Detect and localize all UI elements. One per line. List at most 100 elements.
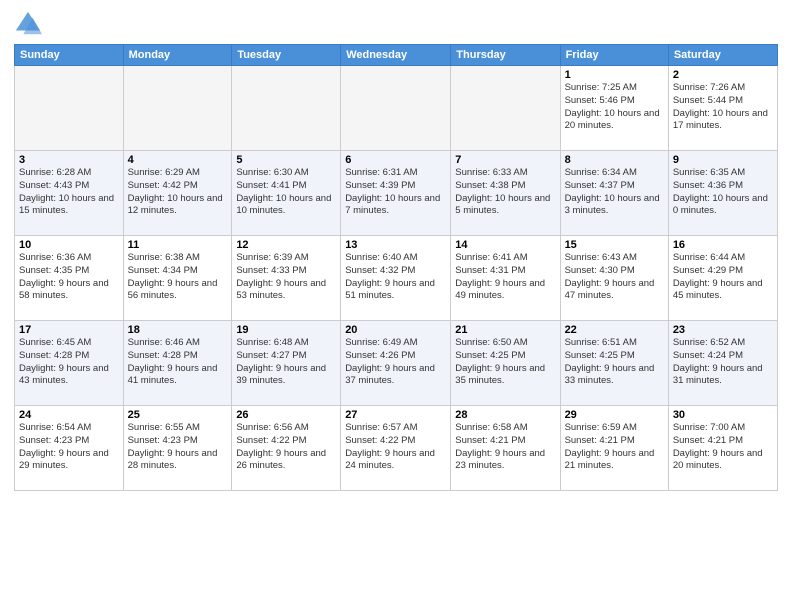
day-number: 1 xyxy=(565,69,664,81)
day-number: 7 xyxy=(455,154,555,166)
header xyxy=(14,10,778,38)
day-number: 13 xyxy=(345,239,446,251)
logo-icon xyxy=(14,10,42,38)
day-info: Sunrise: 7:25 AMSunset: 5:46 PMDaylight:… xyxy=(565,82,664,133)
weekday-header-thursday: Thursday xyxy=(451,45,560,66)
calendar-cell: 26Sunrise: 6:56 AMSunset: 4:22 PMDayligh… xyxy=(232,406,341,491)
calendar-cell: 25Sunrise: 6:55 AMSunset: 4:23 PMDayligh… xyxy=(123,406,232,491)
day-info: Sunrise: 6:29 AMSunset: 4:42 PMDaylight:… xyxy=(128,167,228,218)
day-info: Sunrise: 6:40 AMSunset: 4:32 PMDaylight:… xyxy=(345,252,446,303)
calendar-week-row: 3Sunrise: 6:28 AMSunset: 4:43 PMDaylight… xyxy=(15,151,778,236)
weekday-header-friday: Friday xyxy=(560,45,668,66)
day-number: 4 xyxy=(128,154,228,166)
day-number: 25 xyxy=(128,409,228,421)
calendar-cell: 4Sunrise: 6:29 AMSunset: 4:42 PMDaylight… xyxy=(123,151,232,236)
day-info: Sunrise: 6:30 AMSunset: 4:41 PMDaylight:… xyxy=(236,167,336,218)
calendar-table: SundayMondayTuesdayWednesdayThursdayFrid… xyxy=(14,44,778,491)
calendar-week-row: 1Sunrise: 7:25 AMSunset: 5:46 PMDaylight… xyxy=(15,66,778,151)
calendar-cell: 10Sunrise: 6:36 AMSunset: 4:35 PMDayligh… xyxy=(15,236,124,321)
calendar-cell: 14Sunrise: 6:41 AMSunset: 4:31 PMDayligh… xyxy=(451,236,560,321)
weekday-header-wednesday: Wednesday xyxy=(341,45,451,66)
day-number: 29 xyxy=(565,409,664,421)
day-info: Sunrise: 6:44 AMSunset: 4:29 PMDaylight:… xyxy=(673,252,773,303)
day-number: 9 xyxy=(673,154,773,166)
day-info: Sunrise: 6:57 AMSunset: 4:22 PMDaylight:… xyxy=(345,422,446,473)
calendar-cell: 6Sunrise: 6:31 AMSunset: 4:39 PMDaylight… xyxy=(341,151,451,236)
calendar-cell: 17Sunrise: 6:45 AMSunset: 4:28 PMDayligh… xyxy=(15,321,124,406)
day-info: Sunrise: 6:45 AMSunset: 4:28 PMDaylight:… xyxy=(19,337,119,388)
calendar-cell: 27Sunrise: 6:57 AMSunset: 4:22 PMDayligh… xyxy=(341,406,451,491)
calendar-cell: 18Sunrise: 6:46 AMSunset: 4:28 PMDayligh… xyxy=(123,321,232,406)
day-number: 19 xyxy=(236,324,336,336)
day-number: 22 xyxy=(565,324,664,336)
day-info: Sunrise: 6:46 AMSunset: 4:28 PMDaylight:… xyxy=(128,337,228,388)
day-number: 12 xyxy=(236,239,336,251)
calendar-cell xyxy=(341,66,451,151)
day-info: Sunrise: 6:28 AMSunset: 4:43 PMDaylight:… xyxy=(19,167,119,218)
calendar-cell xyxy=(451,66,560,151)
calendar-cell: 23Sunrise: 6:52 AMSunset: 4:24 PMDayligh… xyxy=(668,321,777,406)
day-number: 2 xyxy=(673,69,773,81)
calendar-cell: 8Sunrise: 6:34 AMSunset: 4:37 PMDaylight… xyxy=(560,151,668,236)
calendar-cell: 30Sunrise: 7:00 AMSunset: 4:21 PMDayligh… xyxy=(668,406,777,491)
calendar-cell: 3Sunrise: 6:28 AMSunset: 4:43 PMDaylight… xyxy=(15,151,124,236)
day-info: Sunrise: 6:52 AMSunset: 4:24 PMDaylight:… xyxy=(673,337,773,388)
day-number: 5 xyxy=(236,154,336,166)
calendar-cell: 28Sunrise: 6:58 AMSunset: 4:21 PMDayligh… xyxy=(451,406,560,491)
day-info: Sunrise: 6:38 AMSunset: 4:34 PMDaylight:… xyxy=(128,252,228,303)
calendar-week-row: 24Sunrise: 6:54 AMSunset: 4:23 PMDayligh… xyxy=(15,406,778,491)
calendar-cell: 24Sunrise: 6:54 AMSunset: 4:23 PMDayligh… xyxy=(15,406,124,491)
day-number: 17 xyxy=(19,324,119,336)
day-info: Sunrise: 6:56 AMSunset: 4:22 PMDaylight:… xyxy=(236,422,336,473)
day-info: Sunrise: 7:26 AMSunset: 5:44 PMDaylight:… xyxy=(673,82,773,133)
calendar-cell: 2Sunrise: 7:26 AMSunset: 5:44 PMDaylight… xyxy=(668,66,777,151)
day-info: Sunrise: 6:35 AMSunset: 4:36 PMDaylight:… xyxy=(673,167,773,218)
day-number: 14 xyxy=(455,239,555,251)
day-number: 15 xyxy=(565,239,664,251)
calendar-cell: 20Sunrise: 6:49 AMSunset: 4:26 PMDayligh… xyxy=(341,321,451,406)
day-info: Sunrise: 6:59 AMSunset: 4:21 PMDaylight:… xyxy=(565,422,664,473)
calendar-cell: 7Sunrise: 6:33 AMSunset: 4:38 PMDaylight… xyxy=(451,151,560,236)
calendar-cell: 5Sunrise: 6:30 AMSunset: 4:41 PMDaylight… xyxy=(232,151,341,236)
calendar-cell: 15Sunrise: 6:43 AMSunset: 4:30 PMDayligh… xyxy=(560,236,668,321)
day-info: Sunrise: 6:54 AMSunset: 4:23 PMDaylight:… xyxy=(19,422,119,473)
calendar-cell: 9Sunrise: 6:35 AMSunset: 4:36 PMDaylight… xyxy=(668,151,777,236)
day-info: Sunrise: 6:51 AMSunset: 4:25 PMDaylight:… xyxy=(565,337,664,388)
day-number: 26 xyxy=(236,409,336,421)
page: SundayMondayTuesdayWednesdayThursdayFrid… xyxy=(0,0,792,612)
day-info: Sunrise: 6:39 AMSunset: 4:33 PMDaylight:… xyxy=(236,252,336,303)
day-info: Sunrise: 6:49 AMSunset: 4:26 PMDaylight:… xyxy=(345,337,446,388)
calendar-cell xyxy=(123,66,232,151)
day-number: 30 xyxy=(673,409,773,421)
day-number: 3 xyxy=(19,154,119,166)
day-info: Sunrise: 6:55 AMSunset: 4:23 PMDaylight:… xyxy=(128,422,228,473)
day-number: 8 xyxy=(565,154,664,166)
weekday-header-saturday: Saturday xyxy=(668,45,777,66)
weekday-header-row: SundayMondayTuesdayWednesdayThursdayFrid… xyxy=(15,45,778,66)
day-number: 28 xyxy=(455,409,555,421)
day-info: Sunrise: 6:58 AMSunset: 4:21 PMDaylight:… xyxy=(455,422,555,473)
calendar-cell: 16Sunrise: 6:44 AMSunset: 4:29 PMDayligh… xyxy=(668,236,777,321)
calendar-cell: 22Sunrise: 6:51 AMSunset: 4:25 PMDayligh… xyxy=(560,321,668,406)
day-number: 27 xyxy=(345,409,446,421)
day-info: Sunrise: 6:31 AMSunset: 4:39 PMDaylight:… xyxy=(345,167,446,218)
day-info: Sunrise: 7:00 AMSunset: 4:21 PMDaylight:… xyxy=(673,422,773,473)
day-info: Sunrise: 6:50 AMSunset: 4:25 PMDaylight:… xyxy=(455,337,555,388)
day-info: Sunrise: 6:41 AMSunset: 4:31 PMDaylight:… xyxy=(455,252,555,303)
day-number: 23 xyxy=(673,324,773,336)
day-number: 24 xyxy=(19,409,119,421)
day-number: 10 xyxy=(19,239,119,251)
day-number: 18 xyxy=(128,324,228,336)
day-info: Sunrise: 6:36 AMSunset: 4:35 PMDaylight:… xyxy=(19,252,119,303)
day-info: Sunrise: 6:33 AMSunset: 4:38 PMDaylight:… xyxy=(455,167,555,218)
day-info: Sunrise: 6:43 AMSunset: 4:30 PMDaylight:… xyxy=(565,252,664,303)
calendar-cell: 13Sunrise: 6:40 AMSunset: 4:32 PMDayligh… xyxy=(341,236,451,321)
day-number: 20 xyxy=(345,324,446,336)
calendar-week-row: 10Sunrise: 6:36 AMSunset: 4:35 PMDayligh… xyxy=(15,236,778,321)
calendar-cell xyxy=(232,66,341,151)
day-number: 6 xyxy=(345,154,446,166)
day-info: Sunrise: 6:48 AMSunset: 4:27 PMDaylight:… xyxy=(236,337,336,388)
weekday-header-sunday: Sunday xyxy=(15,45,124,66)
logo xyxy=(14,10,46,38)
calendar-cell: 11Sunrise: 6:38 AMSunset: 4:34 PMDayligh… xyxy=(123,236,232,321)
